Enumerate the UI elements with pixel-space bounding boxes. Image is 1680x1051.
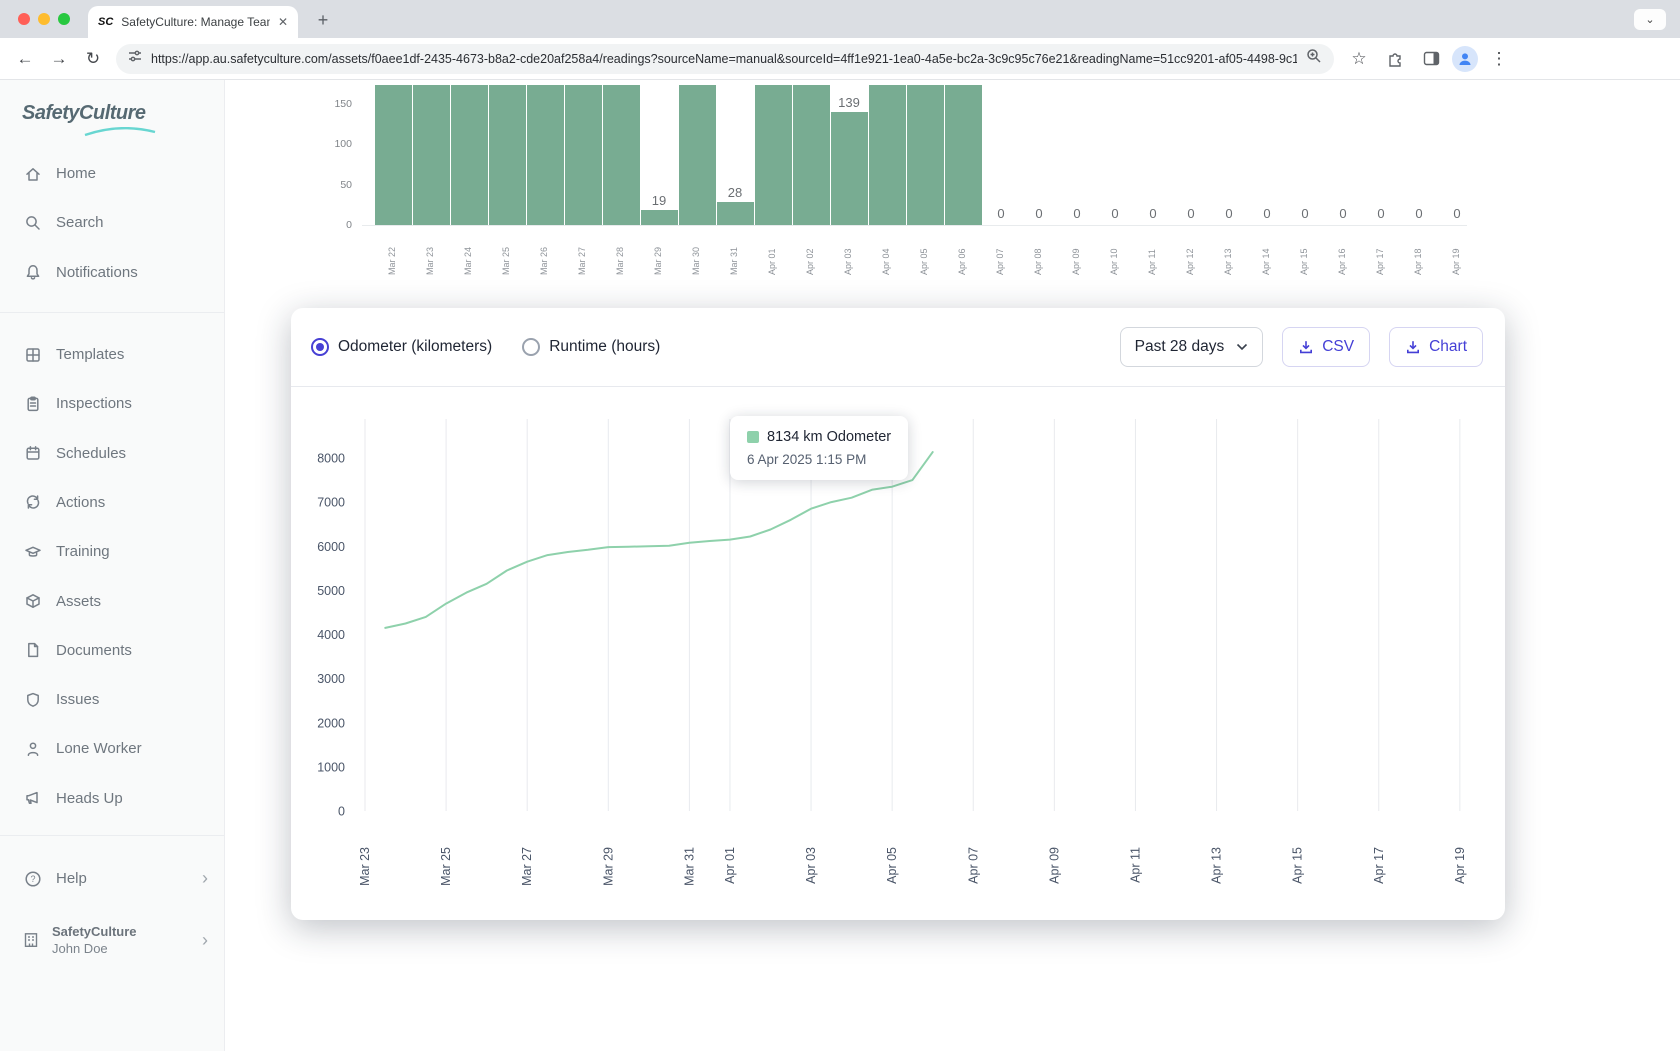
- svg-text:Apr 11: Apr 11: [1128, 847, 1142, 883]
- url-text[interactable]: https://app.au.safetyculture.com/assets/…: [151, 52, 1297, 66]
- tooltip-value: 8134 km Odometer: [767, 429, 891, 445]
- date-range-value: Past 28 days: [1135, 338, 1225, 356]
- svg-text:4000: 4000: [317, 628, 345, 642]
- radio-runtime[interactable]: Runtime (hours): [522, 338, 660, 356]
- fullscreen-window-button[interactable]: [58, 13, 70, 25]
- tooltip-timestamp: 6 Apr 2025 1:15 PM: [747, 452, 891, 467]
- extensions-puzzle-icon[interactable]: [1380, 44, 1410, 74]
- new-tab-button[interactable]: +: [312, 10, 334, 31]
- svg-text:Mar 31: Mar 31: [682, 847, 696, 886]
- side-panel-icon[interactable]: [1416, 44, 1446, 74]
- svg-text:7000: 7000: [317, 496, 345, 510]
- bookmark-star-icon[interactable]: ☆: [1344, 44, 1374, 74]
- tab-close-icon[interactable]: ✕: [278, 15, 288, 29]
- radio-runtime-label: Runtime (hours): [549, 338, 660, 356]
- download-csv-button[interactable]: CSV: [1282, 327, 1370, 367]
- toolbar-actions: ☆ ⋮: [1344, 44, 1514, 74]
- browser-window: SC SafetyCulture: Manage Teams and... ✕ …: [0, 0, 1680, 1051]
- radio-odometer-label: Odometer (kilometers): [338, 338, 492, 356]
- forward-button[interactable]: →: [44, 44, 74, 74]
- svg-text:1000: 1000: [317, 760, 345, 774]
- svg-text:Mar 23: Mar 23: [358, 847, 372, 886]
- zoom-icon[interactable]: [1306, 48, 1322, 69]
- svg-text:Apr 09: Apr 09: [1047, 847, 1061, 884]
- tab-strip: SC SafetyCulture: Manage Teams and... ✕ …: [0, 0, 1680, 38]
- browser-toolbar: ← → ↻ https://app.au.safetyculture.com/a…: [0, 38, 1680, 80]
- csv-button-label: CSV: [1322, 338, 1354, 356]
- svg-text:Mar 29: Mar 29: [601, 847, 615, 886]
- radio-unselected-icon[interactable]: [522, 338, 540, 356]
- svg-text:Apr 05: Apr 05: [885, 847, 899, 884]
- svg-text:0: 0: [338, 805, 345, 819]
- series-swatch: [747, 431, 759, 443]
- tab-title: SafetyCulture: Manage Teams and...: [121, 15, 270, 29]
- svg-text:Apr 07: Apr 07: [966, 847, 980, 884]
- tab-search-button[interactable]: ⌄: [1634, 9, 1666, 30]
- svg-text:Apr 19: Apr 19: [1453, 847, 1467, 884]
- svg-text:8000: 8000: [317, 452, 345, 466]
- modal-controls: Past 28 days CSV Chart: [1120, 327, 1483, 367]
- radio-selected-icon[interactable]: [311, 338, 329, 356]
- svg-text:Mar 27: Mar 27: [520, 847, 534, 886]
- window-controls: [18, 13, 70, 25]
- reload-button[interactable]: ↻: [78, 44, 108, 74]
- svg-text:2000: 2000: [317, 716, 345, 730]
- svg-text:Apr 17: Apr 17: [1372, 847, 1386, 884]
- date-range-select[interactable]: Past 28 days: [1120, 327, 1264, 367]
- chart-button-label: Chart: [1429, 338, 1467, 356]
- safetyculture-favicon: SC: [98, 16, 113, 28]
- svg-text:6000: 6000: [317, 540, 345, 554]
- svg-text:3000: 3000: [317, 672, 345, 686]
- radio-odometer[interactable]: Odometer (kilometers): [311, 338, 492, 356]
- svg-text:Apr 13: Apr 13: [1210, 847, 1224, 884]
- chevron-down-icon: [1236, 343, 1248, 351]
- page-content: SafetyCulture HomeSearchNotificationsTem…: [0, 80, 1680, 1051]
- minimize-window-button[interactable]: [38, 13, 50, 25]
- svg-text:Apr 15: Apr 15: [1291, 847, 1305, 884]
- readings-chart-modal: Odometer (kilometers) Runtime (hours) Pa…: [291, 308, 1505, 920]
- odometer-line-chart: Mar 23 Mar 25 Mar 27 Mar 29 Mar 31 Apr 01 Apr …: [291, 387, 1505, 919]
- browser-tab[interactable]: SC SafetyCulture: Manage Teams and... ✕: [88, 6, 298, 38]
- download-icon: [1298, 339, 1314, 355]
- profile-avatar[interactable]: [1452, 46, 1478, 72]
- chart-tooltip: 8134 km Odometer 6 Apr 2025 1:15 PM: [730, 416, 908, 480]
- site-settings-icon[interactable]: [128, 49, 142, 68]
- svg-text:Mar 25: Mar 25: [439, 847, 453, 886]
- svg-text:5000: 5000: [317, 584, 345, 598]
- close-window-button[interactable]: [18, 13, 30, 25]
- download-chart-button[interactable]: Chart: [1389, 327, 1483, 367]
- browser-menu-icon[interactable]: ⋮: [1484, 44, 1514, 74]
- back-button[interactable]: ←: [10, 44, 40, 74]
- modal-header: Odometer (kilometers) Runtime (hours) Pa…: [291, 308, 1505, 387]
- address-bar[interactable]: https://app.au.safetyculture.com/assets/…: [116, 44, 1334, 74]
- download-icon: [1405, 339, 1421, 355]
- svg-text:Apr 01: Apr 01: [723, 847, 737, 884]
- svg-text:Apr 03: Apr 03: [804, 847, 818, 884]
